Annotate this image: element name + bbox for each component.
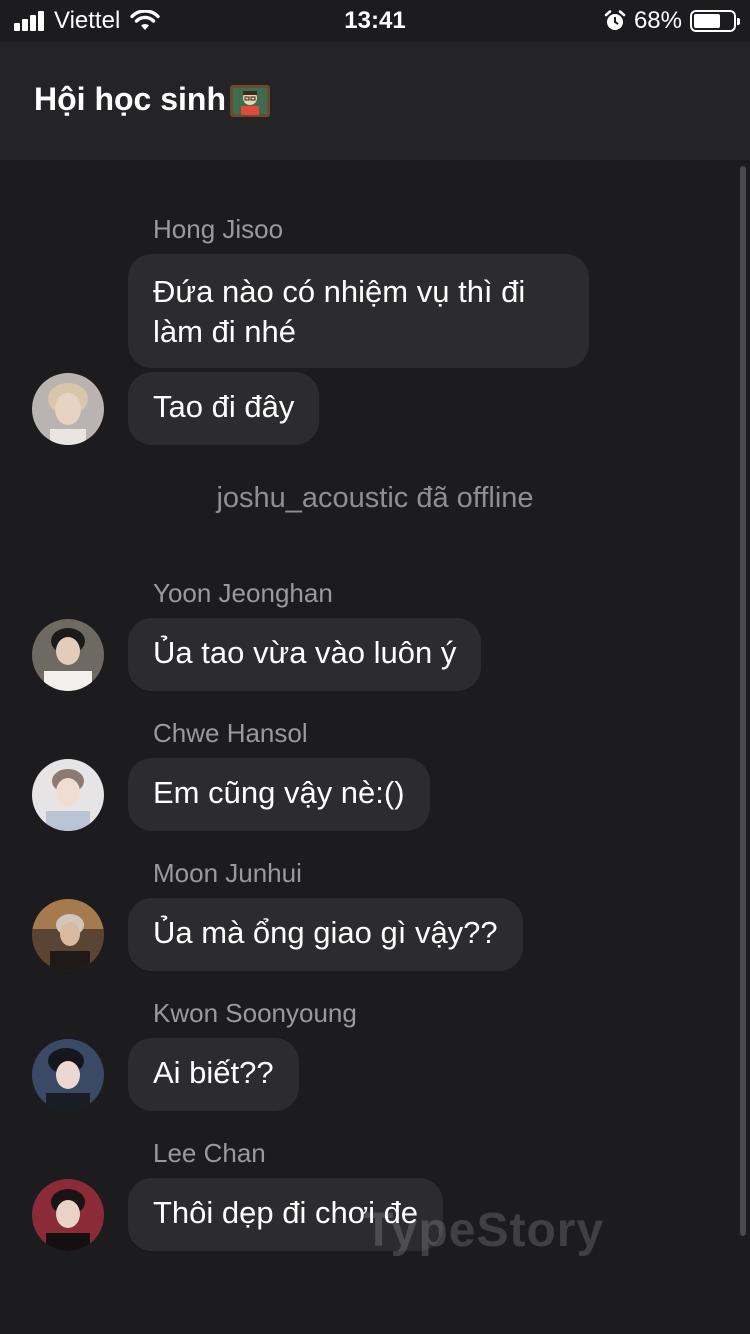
avatar[interactable] xyxy=(32,899,104,971)
battery-percentage: 68% xyxy=(633,7,682,34)
avatar[interactable] xyxy=(32,373,104,445)
alarm-icon xyxy=(604,10,626,30)
avatar[interactable] xyxy=(32,759,104,831)
group-name: Hội học sinh xyxy=(34,81,226,118)
message-bubble[interactable]: Ủa mà ổng giao gì vậy?? xyxy=(128,898,523,971)
status-bar: Viettel 13:41 68% xyxy=(0,0,750,42)
sender-name: Chwe Hansol xyxy=(153,718,308,748)
avatar[interactable] xyxy=(32,619,104,691)
avatar[interactable] xyxy=(32,1179,104,1251)
message-bubble[interactable]: Ủa tao vừa vào luôn ý xyxy=(128,618,482,691)
sender-name: Yoon Jeonghan xyxy=(153,578,333,608)
message-bubble[interactable]: Em cũng vậy nè:() xyxy=(128,758,430,831)
message-bubble[interactable]: Tao đi đây xyxy=(128,372,320,445)
page-title: Hội học sinh xyxy=(34,81,272,121)
sender-name: Lee Chan xyxy=(153,1138,266,1168)
teacher-emoji-icon xyxy=(230,84,270,117)
message-bubble[interactable]: Đứa nào có nhiệm vụ thì đi làm đi nhé xyxy=(128,254,589,368)
avatar[interactable] xyxy=(32,1039,104,1111)
sender-name: Hong Jisoo xyxy=(153,214,284,244)
sender-name: Moon Junhui xyxy=(153,858,302,888)
scrollbar[interactable] xyxy=(740,166,746,1236)
system-message: joshu_acoustic đã offline xyxy=(216,482,534,514)
watermark-logo: TypeStory xyxy=(364,1204,605,1257)
sender-name: Kwon Soonyoung xyxy=(153,998,357,1028)
battery-icon xyxy=(690,10,740,32)
chat-header: Hội học sinh xyxy=(0,42,750,160)
message-bubble[interactable]: Ai biết?? xyxy=(128,1038,299,1111)
